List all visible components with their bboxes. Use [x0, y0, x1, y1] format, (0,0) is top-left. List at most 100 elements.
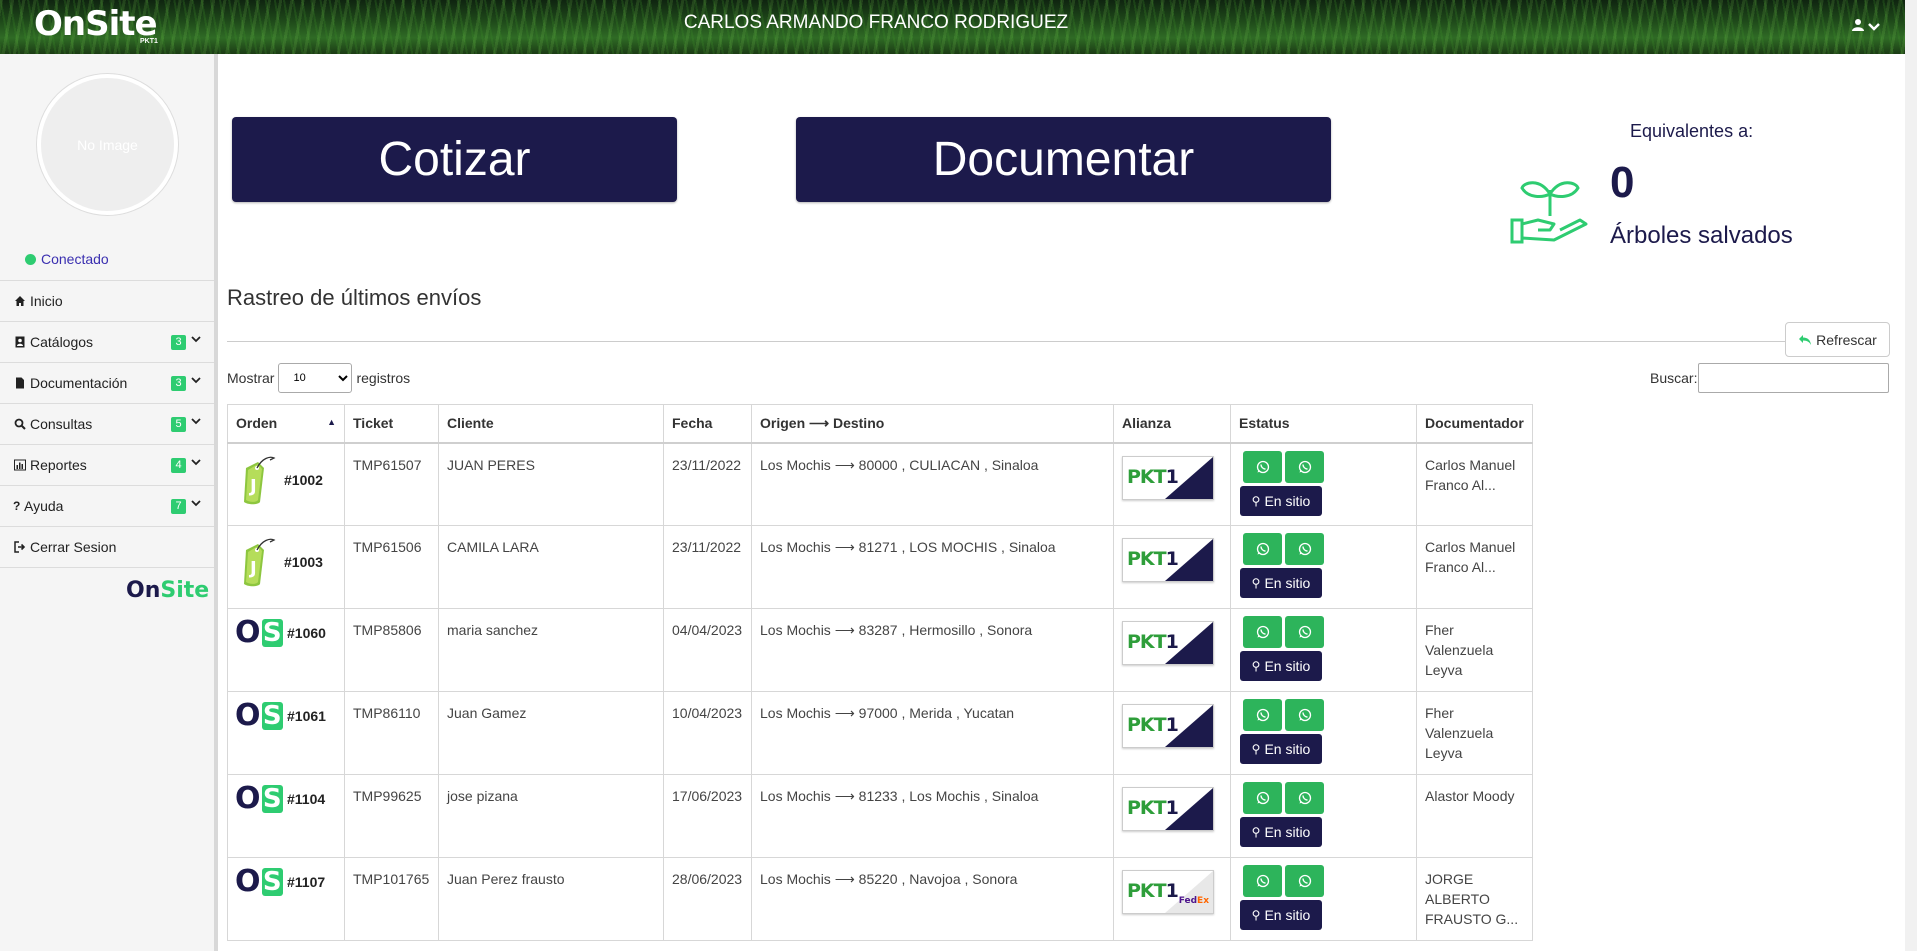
whatsapp-icon [1298, 874, 1311, 888]
documenter-cell: Carlos Manuel Franco Al... [1416, 442, 1533, 526]
whatsapp-icon [1256, 460, 1269, 473]
plant-in-hand-icon [1510, 181, 1588, 244]
status-cell: ⚲ En sitio [1230, 857, 1417, 941]
map-marker-icon: ⚲ [1251, 493, 1261, 508]
column-header-origen-destino[interactable]: Origen ⟶ Destino [751, 404, 1114, 444]
whatsapp-icon [1298, 542, 1311, 556]
client-cell: CAMILA LARA [438, 525, 664, 609]
pkt1-fedex-alliance-logo: PKT1 FedEx [1122, 870, 1214, 914]
sidebar-item-reportes[interactable]: Reportes 4 [0, 445, 214, 486]
sidebar-item-ayuda[interactable]: ? Ayuda 7 [0, 486, 214, 527]
column-header-ticket[interactable]: Ticket [344, 404, 439, 444]
order-number[interactable]: #1002 [284, 470, 323, 490]
alliance-cell: PKT1 [1113, 774, 1231, 858]
search-label: Buscar: [1650, 370, 1698, 386]
pkt1-alliance-logo: PKT1 [1122, 704, 1214, 748]
reply-icon [1799, 334, 1812, 345]
sidebar-item-documentacion[interactable]: Documentación 3 [0, 363, 214, 404]
order-number[interactable]: #1003 [284, 552, 323, 572]
order-number[interactable]: #1104 [287, 789, 325, 809]
records-label: registros [356, 370, 411, 386]
whatsapp-button[interactable] [1285, 533, 1324, 565]
date-cell: 28/06/2023 [663, 857, 752, 941]
sidebar-item-label: Ayuda [24, 498, 64, 514]
order-number[interactable]: #1107 [287, 872, 325, 892]
sidebar-item-cerrar-sesion[interactable]: Cerrar Sesion [0, 527, 214, 568]
whatsapp-button[interactable] [1243, 865, 1282, 897]
map-marker-icon: ⚲ [1251, 659, 1261, 673]
onsite-icon: OS [235, 698, 283, 733]
sidebar-item-label: Catálogos [30, 334, 94, 350]
avatar: No Image [37, 74, 178, 215]
vertical-scrollbar[interactable] [1905, 0, 1917, 951]
status-button[interactable]: ⚲ En sitio [1240, 900, 1322, 930]
status-button[interactable]: ⚲ En sitio [1240, 651, 1322, 681]
sidebar-menu: Inicio Catálogos 3 Documentación 3 Consu… [0, 280, 214, 568]
connection-status: Conectado [25, 251, 109, 267]
sidebar-item-catalogos[interactable]: Catálogos 3 [0, 322, 214, 363]
column-header-fecha[interactable]: Fecha [663, 404, 752, 444]
route-cell: Los Mochis ⟶ 81271 , LOS MOCHIS , Sinalo… [751, 525, 1114, 609]
whatsapp-icon [1298, 625, 1311, 639]
status-button[interactable]: ⚲ En sitio [1240, 817, 1322, 847]
whatsapp-button[interactable] [1285, 699, 1324, 731]
status-button[interactable]: ⚲ En sitio [1240, 568, 1322, 598]
table-row: J #1003 TMP61506 CAMILA LARA 23/11/2022 … [227, 525, 1533, 609]
whatsapp-icon [1256, 625, 1269, 639]
user-menu-button[interactable] [1852, 18, 1880, 35]
chevron-down-icon [191, 336, 201, 343]
client-cell: maria sanchez [438, 608, 664, 692]
whatsapp-button[interactable] [1285, 782, 1324, 814]
sidebar-item-inicio[interactable]: Inicio [0, 281, 214, 322]
table-search: Buscar: [1650, 363, 1890, 393]
whatsapp-button[interactable] [1243, 782, 1282, 814]
chevron-down-icon [191, 500, 201, 507]
date-cell: 10/04/2023 [663, 691, 752, 775]
sidebar-item-label: Consultas [30, 416, 93, 432]
map-marker-icon: ⚲ [1251, 908, 1261, 922]
alliance-cell: PKT1 [1113, 525, 1231, 609]
svg-text:J: J [248, 558, 257, 579]
status-cell: ⚲ En sitio [1230, 442, 1417, 526]
whatsapp-button[interactable] [1243, 450, 1282, 483]
column-header-cliente[interactable]: Cliente [438, 404, 664, 444]
question-icon: ? [13, 499, 21, 513]
column-header-orden[interactable]: Orden ▲ [227, 404, 345, 444]
status-button[interactable]: ⚲ En sitio [1240, 485, 1322, 516]
footer-logo-site: Site [160, 578, 210, 603]
order-number[interactable]: #1060 [287, 623, 326, 643]
route-cell: Los Mochis ⟶ 81233 , Los Mochis , Sinalo… [751, 774, 1114, 858]
status-button[interactable]: ⚲ En sitio [1240, 734, 1322, 764]
whatsapp-button[interactable] [1285, 450, 1324, 483]
status-label: En sitio [1264, 907, 1311, 923]
sidebar-item-label: Cerrar Sesion [30, 539, 117, 555]
ticket-cell: TMP61507 [344, 442, 439, 526]
column-header-alianza[interactable]: Alianza [1113, 404, 1231, 444]
documenter-cell: Carlos Manuel Franco Al... [1416, 525, 1533, 609]
order-cell: J #1003 [227, 525, 345, 609]
whatsapp-button[interactable] [1285, 865, 1324, 897]
column-header-documentador[interactable]: Documentador [1416, 404, 1533, 444]
whatsapp-button[interactable] [1285, 616, 1324, 648]
whatsapp-button[interactable] [1243, 616, 1282, 648]
sidebar-item-consultas[interactable]: Consultas 5 [0, 404, 214, 445]
page-size-select[interactable]: 10 [278, 363, 353, 393]
whatsapp-button[interactable] [1243, 699, 1282, 731]
search-input[interactable] [1698, 363, 1890, 393]
whatsapp-icon [1298, 460, 1311, 473]
order-number[interactable]: #1061 [287, 706, 326, 726]
onsite-icon: OS [235, 781, 283, 816]
count-badge: 7 [171, 499, 186, 514]
cotizar-button[interactable]: Cotizar [232, 117, 677, 202]
status-label: Conectado [41, 251, 109, 267]
documenter-cell: JORGE ALBERTO FRAUSTO G... [1416, 857, 1533, 941]
refresh-button[interactable]: Refrescar [1785, 322, 1890, 357]
order-cell: OS #1061 [227, 691, 345, 775]
sort-ascending-icon: ▲ [327, 417, 336, 427]
route-cell: Los Mochis ⟶ 80000 , CULIACAN , Sinaloa [751, 442, 1114, 526]
whatsapp-icon [1256, 791, 1269, 805]
documenter-cell: Fher Valenzuela Leyva [1416, 608, 1533, 692]
whatsapp-button[interactable] [1243, 533, 1282, 565]
documentar-button[interactable]: Documentar [796, 117, 1331, 202]
column-header-estatus[interactable]: Estatus [1230, 404, 1417, 444]
